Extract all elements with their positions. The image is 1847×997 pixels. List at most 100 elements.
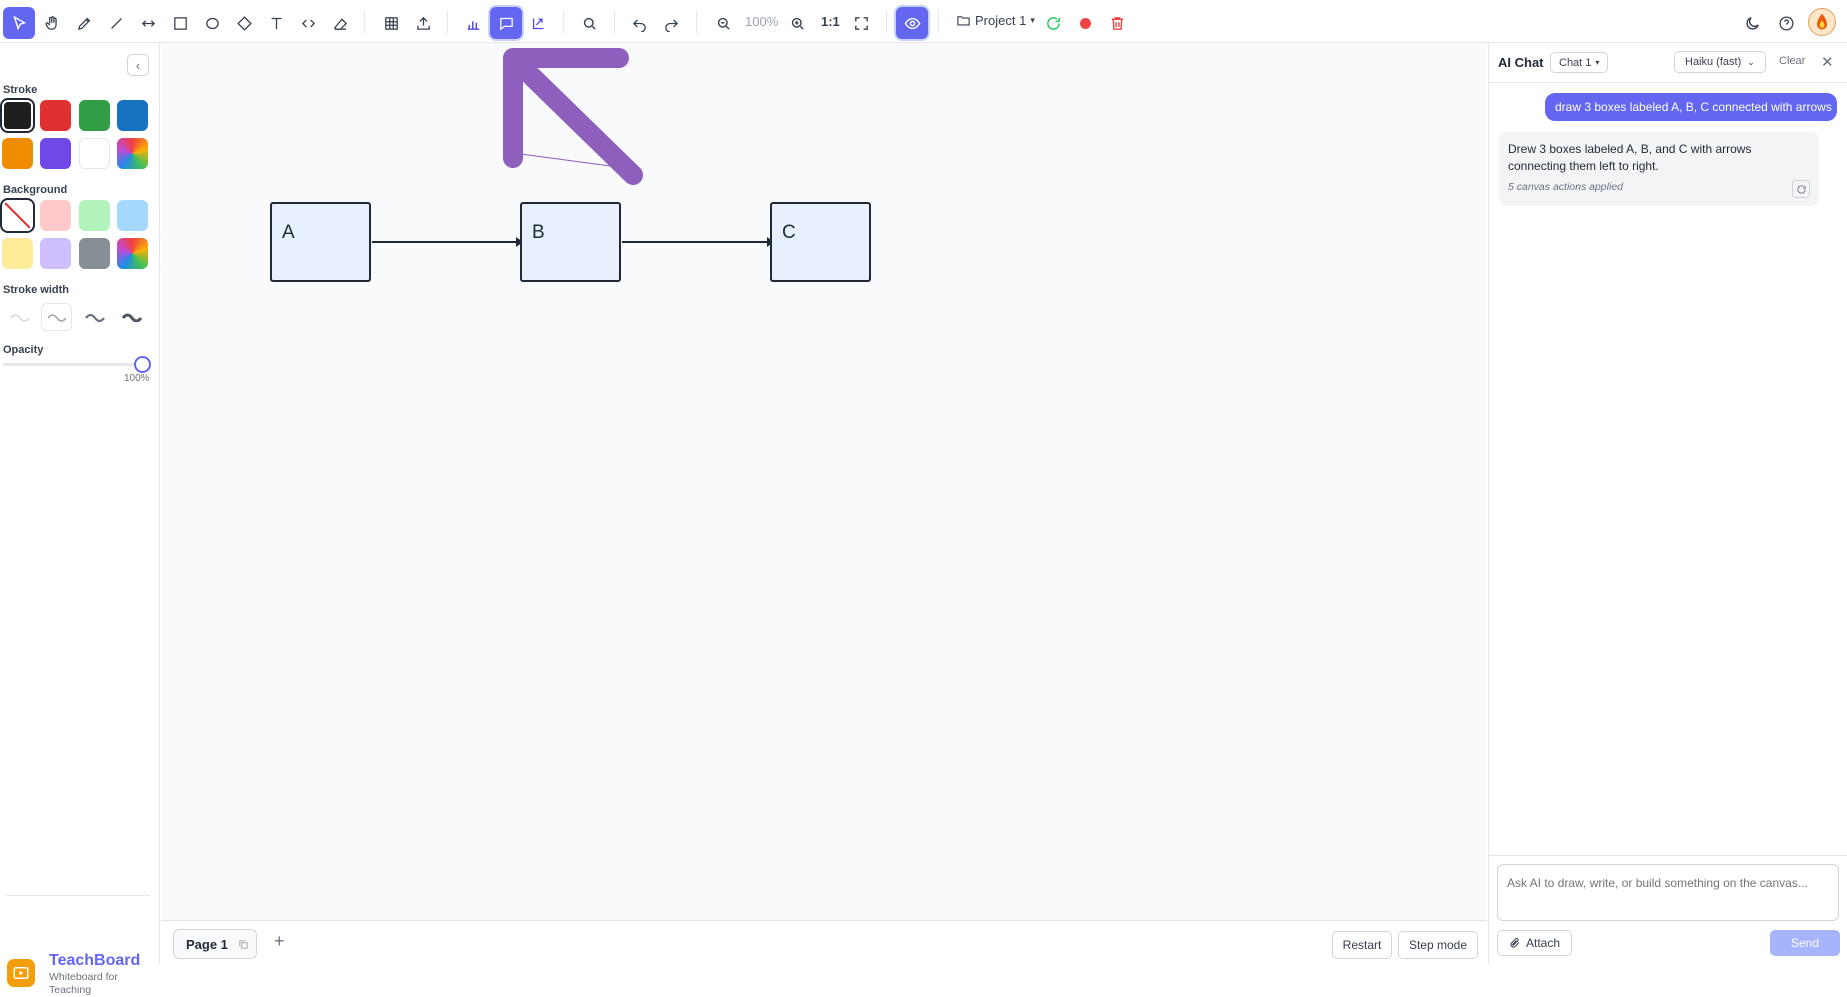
stroke-swatch-white[interactable] — [79, 138, 110, 169]
chart-tool-button[interactable] — [457, 7, 489, 39]
upload-button[interactable] — [407, 7, 439, 39]
line-tool-button[interactable] — [100, 7, 132, 39]
zoom-out-button[interactable] — [707, 7, 739, 39]
canvas-box-b[interactable]: B — [520, 202, 621, 282]
canvas-arrow-annotation[interactable] — [161, 43, 1487, 920]
chat-input[interactable] — [1497, 864, 1839, 921]
eraser-tool-button[interactable] — [324, 7, 356, 39]
undo-button[interactable] — [623, 7, 655, 39]
canvas-box-a[interactable]: A — [270, 202, 371, 282]
arrow-icon — [141, 19, 155, 27]
bold-wave-icon — [84, 313, 105, 322]
background-swatch-lavender[interactable] — [40, 238, 71, 269]
style-panel: ‹ Stroke Background Stroke width Opacity… — [0, 43, 160, 996]
add-page-button[interactable]: + — [274, 931, 285, 952]
opacity-label: Opacity — [3, 344, 44, 356]
text-tool-button[interactable] — [260, 7, 292, 39]
background-swatch-transparent[interactable] — [2, 200, 33, 231]
toolbar-divider — [614, 11, 615, 33]
ai-chat-panel: AI Chat Chat 1 ▾ Haiku (fast) ⌄ Clear ✕ … — [1488, 43, 1847, 964]
restart-button[interactable]: Restart — [1332, 931, 1392, 959]
stroke-swatch-purple[interactable] — [40, 138, 71, 169]
attach-button[interactable]: Attach — [1497, 930, 1572, 956]
share-button[interactable] — [522, 7, 554, 39]
zoom-level: 100% — [745, 14, 779, 29]
stroke-swatch-black[interactable] — [2, 100, 33, 131]
stroke-swatch-custom[interactable] — [117, 138, 148, 169]
delete-button[interactable] — [1101, 7, 1133, 39]
page-tab-label: Page 1 — [186, 936, 228, 952]
toolbar-divider — [938, 11, 939, 33]
canvas-box-c[interactable]: C — [770, 202, 871, 282]
text-icon — [271, 17, 281, 29]
collapse-panel-button[interactable]: ‹ — [127, 54, 149, 76]
duplicate-page-icon[interactable] — [238, 939, 249, 950]
diamond-tool-button[interactable] — [228, 7, 260, 39]
fullscreen-button[interactable] — [845, 7, 877, 39]
toolbar-divider — [364, 11, 365, 33]
record-button[interactable] — [1069, 7, 1101, 39]
search-icon — [583, 17, 596, 30]
diamond-icon — [236, 15, 252, 31]
send-button[interactable]: Send — [1770, 930, 1840, 956]
rectangle-icon — [173, 16, 187, 30]
stroke-width-extra-bold[interactable] — [116, 303, 147, 331]
pencil-icon — [77, 17, 90, 30]
close-icon[interactable]: ✕ — [1821, 53, 1834, 71]
background-swatch-blue[interactable] — [117, 200, 148, 231]
model-select[interactable]: Haiku (fast) ⌄ — [1674, 51, 1766, 73]
chart-icon — [467, 20, 479, 30]
project-selector[interactable]: Project 1 ▾ — [956, 13, 1035, 28]
ai-chat-toggle-button[interactable] — [490, 7, 522, 39]
background-swatch-green[interactable] — [79, 200, 110, 231]
reset-zoom-button[interactable]: 1:1 — [821, 14, 840, 29]
play-icon — [13, 967, 29, 979]
arrow-shaft-shape — [506, 51, 643, 185]
stroke-width-bold[interactable] — [79, 303, 110, 331]
stroke-width-thin[interactable] — [4, 303, 35, 331]
background-swatch-pink[interactable] — [40, 200, 71, 231]
moon-icon — [1745, 16, 1759, 30]
sync-button[interactable] — [1037, 7, 1069, 39]
background-swatch-gray[interactable] — [79, 238, 110, 269]
page-bar: Page 1 + Restart Step mode — [161, 920, 1487, 964]
ai-message-meta: 5 canvas actions applied — [1508, 181, 1623, 193]
chat-session-selector[interactable]: Chat 1 ▾ — [1550, 52, 1609, 73]
page-tab-1[interactable]: Page 1 — [173, 929, 257, 959]
dark-mode-button[interactable] — [1736, 7, 1768, 39]
opacity-slider-handle[interactable] — [134, 356, 151, 373]
chevron-down-icon: ▾ — [1030, 15, 1035, 25]
redo-actions-button[interactable] — [1792, 180, 1810, 198]
stroke-label: Stroke — [3, 84, 38, 96]
stroke-swatch-red[interactable] — [40, 100, 71, 131]
hand-tool-button[interactable] — [36, 7, 68, 39]
clear-chat-button[interactable]: Clear — [1779, 55, 1805, 67]
table-tool-button[interactable] — [375, 7, 407, 39]
stroke-width-medium[interactable] — [41, 303, 72, 331]
arrow-tool-button[interactable] — [132, 7, 164, 39]
stroke-swatch-blue[interactable] — [117, 100, 148, 131]
user-avatar[interactable] — [1808, 8, 1836, 36]
ellipse-tool-button[interactable] — [196, 7, 228, 39]
search-button[interactable] — [573, 7, 605, 39]
medium-wave-icon — [46, 314, 67, 322]
attach-label: Attach — [1525, 936, 1561, 950]
toolbar-divider — [696, 11, 697, 33]
step-mode-button[interactable]: Step mode — [1398, 931, 1478, 959]
select-tool-button[interactable] — [3, 7, 35, 39]
stroke-swatch-orange[interactable] — [2, 138, 33, 169]
avatar-icon — [1817, 13, 1827, 30]
stroke-swatch-green[interactable] — [79, 100, 110, 131]
redo-button[interactable] — [655, 7, 687, 39]
help-button[interactable] — [1770, 7, 1802, 39]
no-fill-icon — [4, 202, 31, 229]
whiteboard-canvas[interactable]: A B C — [161, 43, 1487, 920]
rectangle-tool-button[interactable] — [164, 7, 196, 39]
opacity-slider-track[interactable] — [3, 363, 141, 366]
code-tool-button[interactable] — [292, 7, 324, 39]
background-swatch-custom[interactable] — [117, 238, 148, 269]
background-swatch-yellow[interactable] — [2, 238, 33, 269]
presentation-view-button[interactable] — [896, 7, 928, 39]
zoom-in-button[interactable] — [781, 7, 813, 39]
pencil-tool-button[interactable] — [68, 7, 100, 39]
